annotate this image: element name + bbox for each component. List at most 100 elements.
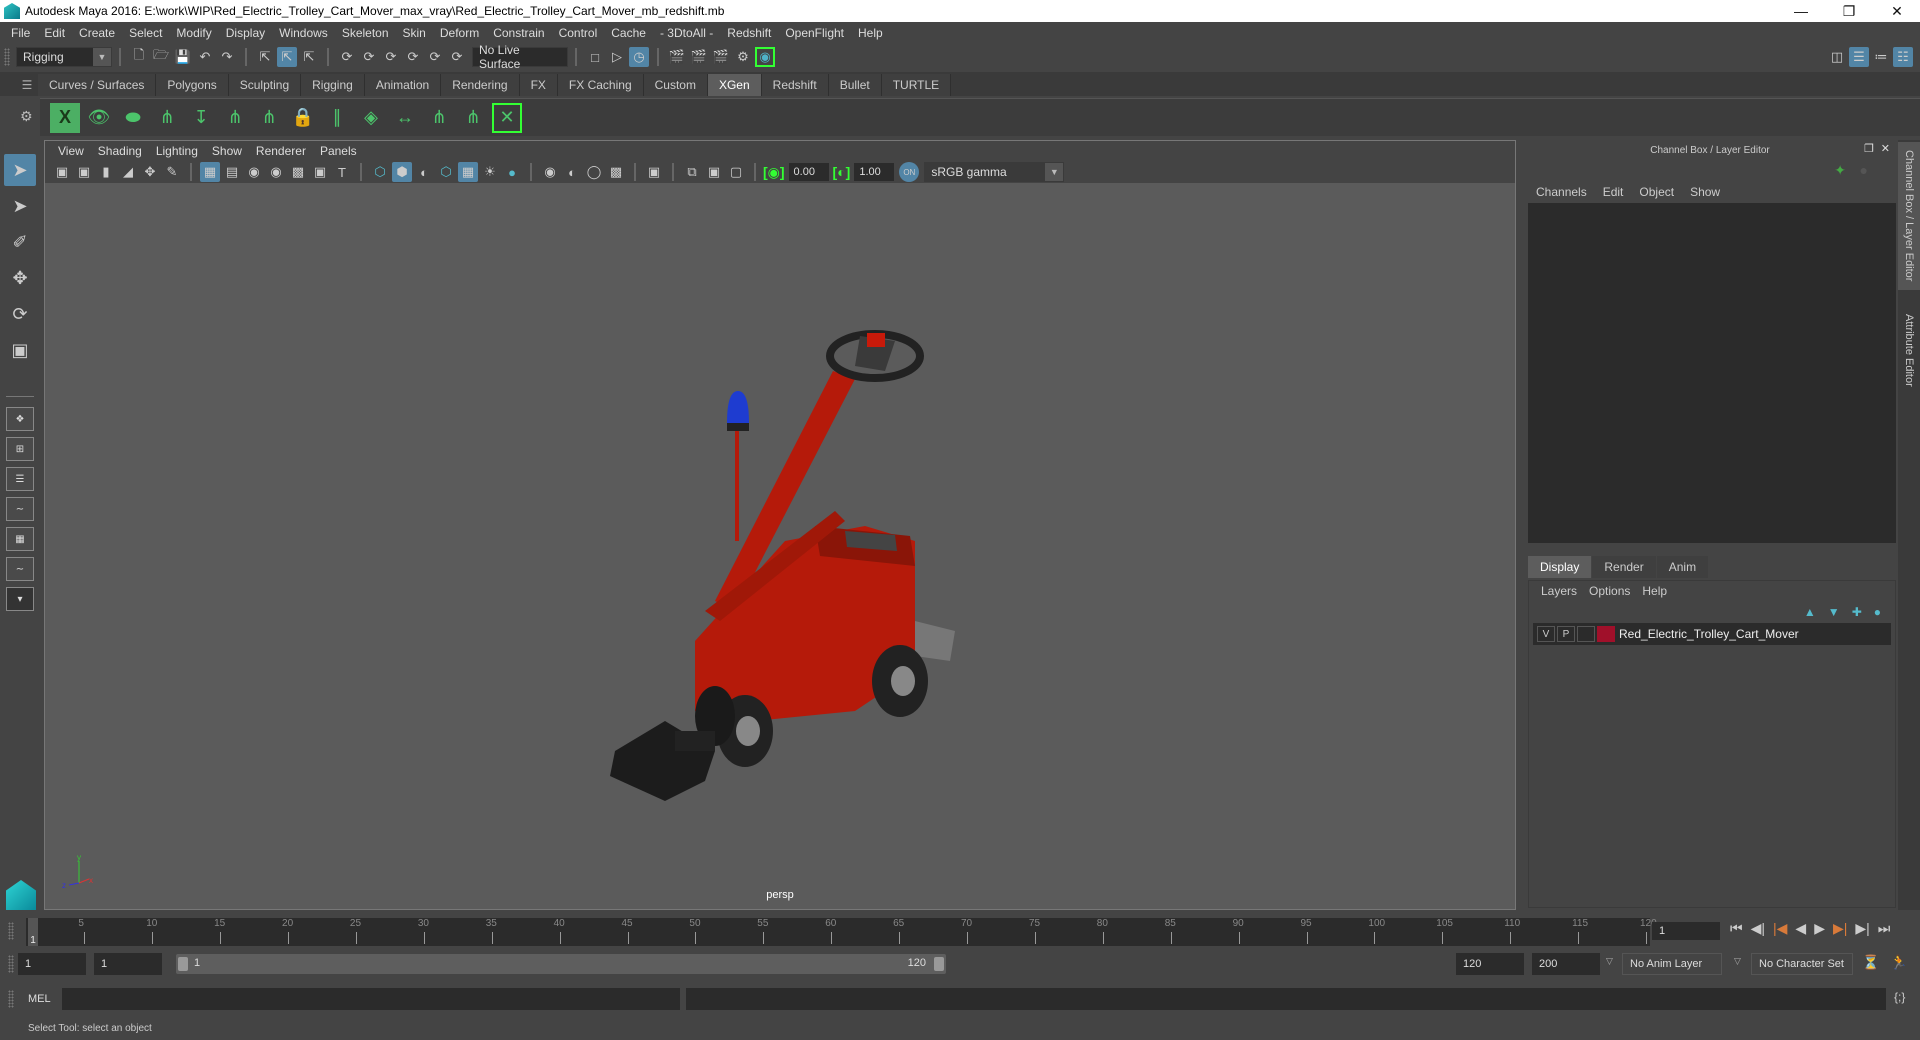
restore-icon[interactable]: ❐ [1826,0,1872,22]
new-layer-selected-icon[interactable]: ● [1874,605,1881,619]
menu-object[interactable]: Object [1631,185,1682,199]
input-ops-icon[interactable]: □ [585,47,605,67]
layer-color-swatch[interactable] [1597,626,1615,642]
step-back-key-icon[interactable]: |◀ [1773,920,1787,937]
menu-select[interactable]: Select [122,26,169,40]
vp-menu-show[interactable]: Show [205,144,249,158]
undo-icon[interactable]: ↶ [195,47,215,67]
output-ops-icon[interactable]: ▷ [607,47,627,67]
exposure-field[interactable]: 0.00 [788,163,829,181]
menu-create[interactable]: Create [72,26,122,40]
menu-openflight[interactable]: OpenFlight [778,26,851,40]
shadows-icon[interactable]: ● [502,162,522,182]
make-live-icon[interactable]: ⟳ [447,47,467,67]
shelf-tab-polygons[interactable]: Polygons [156,74,229,96]
shelf-tab-animation[interactable]: Animation [364,74,442,96]
layer-row[interactable]: V P Red_Electric_Trolley_Cart_Mover [1533,623,1891,645]
film-gate-icon[interactable]: ▤ [222,162,242,182]
render-current-frame-icon[interactable]: 🎬 [689,47,709,67]
shelf-tab-bullet[interactable]: Bullet [828,74,882,96]
select-component-icon[interactable]: ⇱ [299,47,319,67]
shelf-tab-fx-caching[interactable]: FX Caching [557,74,644,96]
shelf-tab-xgen[interactable]: XGen [707,74,762,96]
menu-cache[interactable]: Cache [604,26,653,40]
persp-outliner-graph-layout-icon[interactable]: ∼ [6,557,34,581]
auto-key-icon[interactable]: ⏳ [1862,954,1879,971]
camera-attributes-icon[interactable]: ▣ [74,162,94,182]
sculpt-guide-icon[interactable]: ✕ [492,102,522,133]
hypershade-icon[interactable]: ◉ [755,47,775,67]
attribute-editor-toggle-icon[interactable]: ☰ [1849,47,1869,67]
menu-file[interactable]: File [4,26,37,40]
move-tool-icon[interactable]: ✥ [4,262,36,294]
close-panel-icon[interactable]: ✕ [1881,142,1890,155]
image-plane-icon[interactable]: ◢ [118,162,138,182]
layer-name[interactable]: Red_Electric_Trolley_Cart_Mover [1619,627,1799,641]
menu-help[interactable]: Help [851,26,890,40]
menu-3dtoall[interactable]: - 3DtoAll - [653,26,720,40]
grid-icon[interactable]: ◈ [356,103,386,133]
vp-menu-shading[interactable]: Shading [91,144,149,158]
menu-redshift[interactable]: Redshift [720,26,778,40]
shelf-tab-curves[interactable]: Curves / Surfaces [38,74,157,96]
menu-edit[interactable]: Edit [37,26,72,40]
exposure-icon[interactable]: [◉] [763,164,785,181]
shelf-menu-icon[interactable]: ☰ [16,74,38,96]
grease-pencil-icon[interactable]: ✎ [162,162,182,182]
hypershade-persp-layout-icon[interactable]: ▦ [6,527,34,551]
menu-display[interactable]: Display [219,26,272,40]
wireframe-on-shaded-icon[interactable]: ◐ [414,162,434,182]
guide-rig-icon[interactable]: ⋔ [458,103,488,133]
go-to-start-icon[interactable]: ⏮ [1730,920,1743,937]
menu-deform[interactable]: Deform [433,26,486,40]
shelf-tab-rigging[interactable]: Rigging [301,74,365,96]
tab-render[interactable]: Render [1592,556,1656,578]
viewport-persp[interactable]: View Shading Lighting Show Renderer Pane… [44,140,1516,910]
persp-graph-layout-icon[interactable]: ∼ [6,497,34,521]
command-input[interactable] [62,988,680,1010]
shelf-tab-sculpting[interactable]: Sculpting [228,74,302,96]
redo-icon[interactable]: ↷ [217,47,237,67]
grip-handle[interactable] [4,48,10,66]
menu-windows[interactable]: Windows [272,26,335,40]
grip-handle[interactable] [8,990,14,1008]
lock-guide-icon[interactable]: 🔒 [288,103,318,133]
shelf-tab-fx[interactable]: FX [519,74,558,96]
speed-icon[interactable]: ● [1860,162,1868,178]
close-icon[interactable]: ✕ [1874,0,1920,22]
render-settings-icon[interactable]: ⚙ [733,47,753,67]
tool-settings-icon[interactable]: ≔ [1871,47,1891,67]
preview-icon[interactable]: 👁 [84,103,114,133]
new-empty-layer-icon[interactable]: ✚ [1852,605,1862,619]
menu-constrain[interactable]: Constrain [486,26,551,40]
channel-box-toggle-icon[interactable]: ☷ [1893,47,1913,67]
construction-history-icon[interactable]: ◷ [629,47,649,67]
menu-options[interactable]: Options [1583,584,1636,598]
play-forwards-icon[interactable]: ▶ [1814,920,1825,937]
depth-of-field-icon[interactable]: ▩ [606,162,626,182]
vp-menu-renderer[interactable]: Renderer [249,144,313,158]
wireframe-icon[interactable]: ⬡ [370,162,390,182]
anim-layer-dropdown[interactable]: No Anim Layer [1622,953,1722,975]
current-time-marker[interactable]: 1 [28,918,38,946]
lasso-tool-icon[interactable]: ➤ [4,190,36,222]
snap-view-plane-icon[interactable]: ⟳ [425,47,445,67]
motion-blur-icon[interactable]: ◐ [562,162,582,182]
step-forward-frame-icon[interactable]: ▶| [1855,920,1869,937]
modeling-toolkit-icon[interactable]: ◫ [1827,47,1847,67]
scale-tool-icon[interactable]: ▣ [4,334,36,366]
mel-label[interactable]: MEL [28,993,51,1005]
playback-toggle[interactable]: P [1557,626,1575,642]
shelf-tab-turtle[interactable]: TURTLE [881,74,952,96]
select-guide-icon[interactable]: ⋔ [424,103,454,133]
shelf-tab-rendering[interactable]: Rendering [441,74,520,96]
xray-icon[interactable]: ⬡ [436,162,456,182]
play-backwards-icon[interactable]: ◀ [1795,920,1806,937]
2d-pan-zoom-icon[interactable]: ✥ [140,162,160,182]
side-tab-channel-box[interactable]: Channel Box / Layer Editor [1898,142,1920,290]
tab-display[interactable]: Display [1528,556,1592,578]
menuset-dropdown[interactable]: Rigging ▼ [16,47,112,67]
select-tool-icon[interactable]: ➤ [4,154,36,186]
ipr-render-icon[interactable]: 🎬 [711,47,731,67]
field-chart-icon[interactable]: ▩ [288,162,308,182]
